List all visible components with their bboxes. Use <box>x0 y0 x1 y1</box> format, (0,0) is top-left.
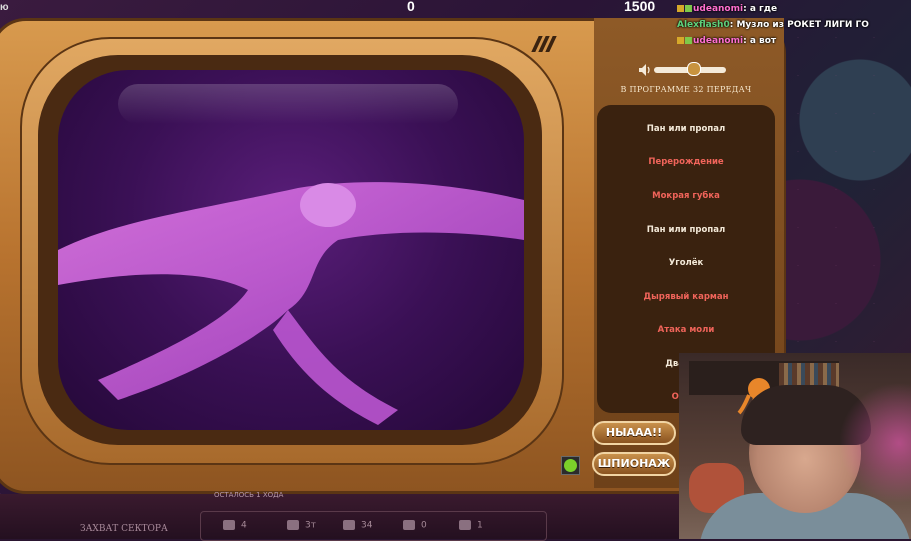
smiley-icon[interactable] <box>561 456 580 475</box>
stat-hearts: 4 <box>223 520 247 531</box>
stat-boots: 0 <box>403 520 427 531</box>
program-item[interactable]: Мокрая губка <box>597 191 775 201</box>
badge-icon <box>685 37 692 44</box>
chat-message: udeanomi: а где <box>677 4 911 20</box>
stat-gems: 3т <box>287 520 316 531</box>
program-item[interactable]: Пан или пропал <box>597 124 775 134</box>
program-item[interactable]: Атака моли <box>597 325 775 335</box>
coin-icon <box>343 520 355 530</box>
sector-capture-label: ЗАХВАТ СЕКТОРА <box>80 524 168 534</box>
pink-light <box>679 353 911 539</box>
chat-message: Alexflash0: Музло из РОКЕТ ЛИГИ ГО <box>677 20 911 36</box>
chat-username: udeanomi <box>693 36 744 46</box>
program-item[interactable]: Дырявый карман <box>597 292 775 302</box>
chat-text: : а где <box>743 4 778 14</box>
chat-username: udeanomi <box>693 4 744 14</box>
chat-message: udeanomi: а вот <box>677 36 911 52</box>
gem-icon <box>287 520 299 530</box>
top-corner-text: ю <box>0 2 9 13</box>
program-item[interactable]: Пан или пропал <box>597 225 775 235</box>
tv-screen-video <box>58 70 524 430</box>
stat-coins: 34 <box>343 520 372 531</box>
stat-lamps: 1 <box>459 520 483 531</box>
top-hud: ю 0 1500 <box>0 0 700 14</box>
score-left: 0 <box>407 0 415 14</box>
badge-icon <box>677 37 684 44</box>
badge-icon <box>685 5 692 12</box>
heart-icon <box>223 520 235 530</box>
chat-text: : а вот <box>743 36 777 46</box>
score-right: 1500 <box>624 0 656 14</box>
volume-knob[interactable] <box>687 62 701 76</box>
nyaaa-button[interactable]: НЫААА!! <box>592 421 676 445</box>
turns-left-text: ОСТАЛОСЬ 1 ХОДА <box>214 491 284 499</box>
dancer-figure <box>58 182 524 425</box>
speaker-icon[interactable] <box>638 63 652 77</box>
webcam-overlay <box>679 353 911 539</box>
stats-bar: 4 3т 34 0 1 <box>200 511 547 541</box>
program-item[interactable]: Перерождение <box>597 157 775 167</box>
tv-vents <box>531 36 557 56</box>
spy-button[interactable]: ШПИОНАЖ <box>592 452 676 476</box>
program-item[interactable]: Уголёк <box>597 258 775 268</box>
program-title: В ПРОГРАММЕ 32 ПЕРЕДАЧ <box>620 85 752 94</box>
badge-icon <box>677 5 684 12</box>
lamp-icon <box>459 520 471 530</box>
chat-text: : Музло из РОКЕТ ЛИГИ ГО <box>729 20 869 30</box>
boot-icon <box>403 520 415 530</box>
stream-chat: udeanomi: а где Alexflash0: Музло из РОК… <box>677 4 911 52</box>
chat-username: Alexflash0 <box>677 20 730 30</box>
